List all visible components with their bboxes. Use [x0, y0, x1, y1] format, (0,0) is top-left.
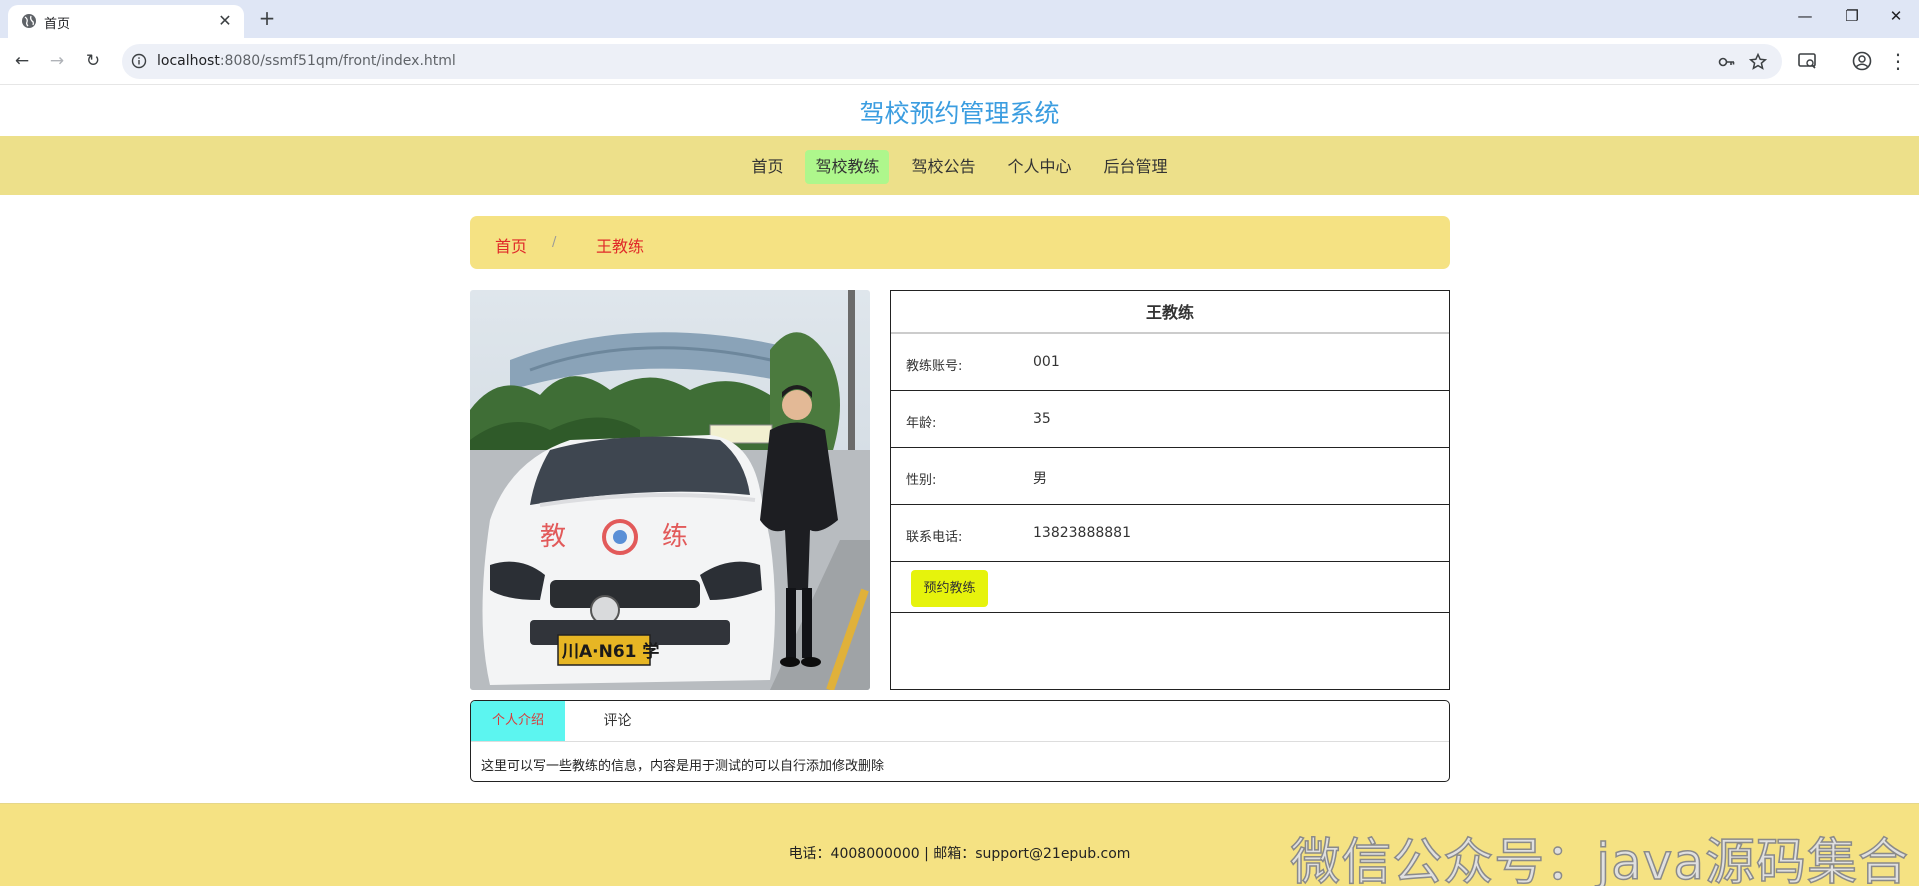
new-tab-icon[interactable]: +	[255, 6, 279, 30]
globe-icon	[22, 14, 36, 28]
info-label-phone: 联系电话:	[906, 530, 963, 545]
info-label-account: 教练账号:	[906, 359, 963, 374]
coach-name-heading: 王教练	[891, 291, 1449, 334]
info-label-age: 年龄:	[906, 416, 937, 431]
forward-icon[interactable]: →	[45, 49, 69, 73]
main-navbar: 首页 驾校教练 驾校公告 个人中心 后台管理	[0, 136, 1919, 195]
menu-kebab-icon[interactable]: ⋮	[1886, 49, 1910, 73]
info-row-phone: 联系电话: 13823888881	[891, 505, 1449, 562]
profile-icon[interactable]	[1851, 50, 1873, 72]
detail-tabs-panel: 个人介绍 评论 这里可以写一些教练的信息，内容是用于测试的可以自行添加修改删除	[470, 700, 1450, 782]
url-text: localhost:8080/ssmf51qm/front/index.html	[157, 53, 456, 69]
breadcrumb-home-link[interactable]: 首页	[495, 233, 527, 257]
info-value-age: 35	[1033, 411, 1051, 427]
detail-tabs-header: 个人介绍 评论	[471, 701, 1449, 742]
breadcrumb: 首页 / 王教练	[470, 216, 1450, 269]
address-toolbar: ← → ↻ localhost:8080/ssmf51qm/front/inde…	[0, 38, 1919, 85]
bookmark-star-icon[interactable]	[1748, 52, 1768, 72]
coach-photo: 教 练 川A·N61 学	[470, 290, 870, 690]
car-text-left: 教	[540, 522, 566, 552]
reload-icon[interactable]: ↻	[81, 49, 105, 73]
watermark-text: 微信公众号：java源码集合	[1289, 832, 1909, 886]
breadcrumb-current: 王教练	[596, 237, 645, 256]
cast-icon[interactable]	[1796, 50, 1818, 72]
nav-item-notices[interactable]: 驾校公告	[901, 150, 985, 184]
info-value-gender: 男	[1033, 471, 1047, 487]
info-value-phone: 13823888881	[1033, 525, 1131, 541]
nav-item-coaches[interactable]: 驾校教练	[805, 150, 890, 184]
password-key-icon[interactable]	[1717, 52, 1737, 72]
coach-info-table: 王教练 教练账号: 001 年龄: 35 性别: 男 联系电话: 1382388…	[890, 290, 1450, 690]
intro-text: 这里可以写一些教练的信息，内容是用于测试的可以自行添加修改删除	[481, 759, 885, 774]
url-bar[interactable]: localhost:8080/ssmf51qm/front/index.html	[122, 44, 1782, 79]
back-icon[interactable]: ←	[10, 49, 34, 73]
breadcrumb-separator: /	[552, 235, 557, 250]
info-row-gender: 性别: 男	[891, 448, 1449, 505]
info-row-account: 教练账号: 001	[891, 334, 1449, 391]
tab-title: 首页	[44, 17, 71, 32]
site-title: 驾校预约管理系统	[859, 99, 1060, 128]
close-tab-icon[interactable]: ✕	[216, 11, 234, 30]
nav-item-home[interactable]: 首页	[741, 150, 793, 184]
info-row-actions: 预约教练	[891, 562, 1449, 613]
book-coach-button[interactable]: 预约教练	[911, 570, 988, 607]
minimize-icon[interactable]: —	[1793, 7, 1817, 25]
nav-item-profile[interactable]: 个人中心	[998, 150, 1082, 184]
info-value-account: 001	[1033, 354, 1060, 370]
tab-intro[interactable]: 个人介绍	[471, 701, 565, 741]
browser-tab[interactable]: 首页 ✕	[8, 5, 244, 38]
site-info-icon[interactable]	[131, 53, 147, 69]
restore-icon[interactable]: ❐	[1840, 7, 1864, 25]
browser-tab-bar: 首页 ✕ + — ❐ ✕	[0, 0, 1919, 38]
nav-item-admin[interactable]: 后台管理	[1094, 150, 1178, 184]
tab-comments[interactable]: 评论	[565, 701, 670, 741]
close-window-icon[interactable]: ✕	[1884, 7, 1908, 25]
info-label-gender: 性别:	[906, 473, 937, 488]
car-text-right: 练	[662, 522, 688, 552]
info-row-age: 年龄: 35	[891, 391, 1449, 448]
plate-text: 川A·N61 学	[561, 641, 659, 662]
